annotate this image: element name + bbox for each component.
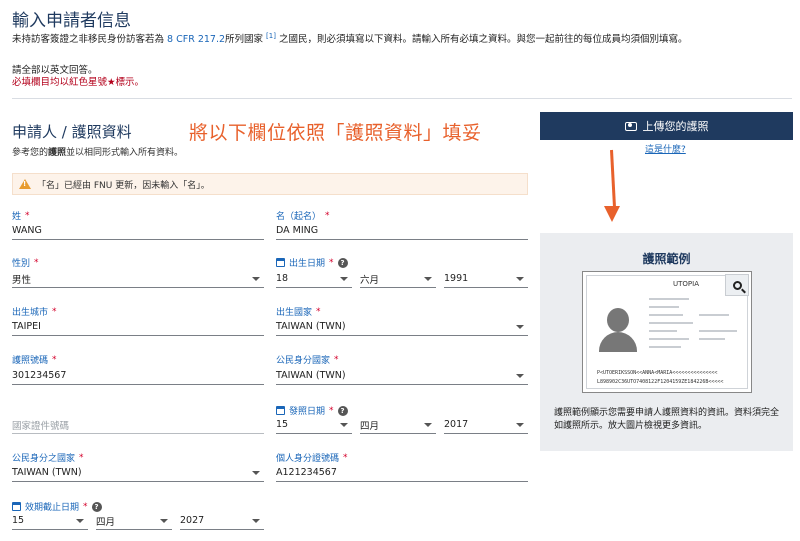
sample-title: 護照範例: [642, 252, 691, 266]
help-icon[interactable]: ?: [337, 405, 348, 416]
annotation-text: 將以下欄位依照「護照資料」填妥: [189, 122, 482, 144]
footnote-link[interactable]: [1]: [266, 32, 276, 40]
national-document-input[interactable]: 國家證件號碼: [12, 416, 264, 434]
chevron-down-icon: [252, 276, 260, 281]
expiry-month-select[interactable]: 四月: [96, 512, 172, 530]
chevron-down-icon: [160, 518, 168, 523]
chevron-down-icon: [516, 276, 524, 281]
national-id-input[interactable]: A121234567: [276, 464, 528, 482]
dob-month-select[interactable]: 六月: [360, 270, 436, 288]
what-is-this-link[interactable]: 這是什麼?: [645, 142, 686, 155]
expiry-day-select[interactable]: 15: [12, 512, 88, 530]
citizenship-label: 公民身分國家 *: [276, 354, 339, 367]
help-icon[interactable]: ?: [91, 501, 102, 512]
expiry-year-select[interactable]: 2027: [180, 512, 264, 530]
upload-passport-button[interactable]: 上傳您的護照: [540, 112, 793, 140]
surname-label: 姓 *: [12, 210, 30, 223]
camera-icon: [624, 121, 637, 131]
citizenship-select[interactable]: TAIWAN (TWN): [276, 367, 528, 385]
intro-text: 未持訪客簽證之非移民身份訪客若為 8 CFR 217.2所列國家 [1] 之國民…: [12, 31, 688, 45]
warning-icon: !: [19, 179, 31, 189]
chevron-down-icon: [424, 422, 432, 427]
calendar-icon: [12, 502, 21, 511]
chevron-down-icon: [516, 373, 524, 378]
annotation-arrow-head: [604, 206, 620, 222]
chevron-down-icon: [516, 324, 524, 329]
issuing-country-label: 公民身分之國家 *: [12, 452, 84, 465]
calendar-icon: [276, 406, 285, 415]
national-id-label: 個人身分證號碼 *: [276, 452, 348, 465]
gender-label: 性別 *: [12, 257, 39, 270]
zoom-button[interactable]: [725, 274, 749, 296]
section-title: 申請人 / 護照資料: [12, 123, 132, 141]
passport-country: UTOPIA: [673, 280, 699, 288]
dob-label: 出生日期 *?: [276, 256, 348, 269]
search-icon: [732, 280, 742, 290]
issue-year-select[interactable]: 2017: [444, 416, 528, 434]
chevron-down-icon: [516, 422, 524, 427]
annotation-arrow: [610, 149, 617, 210]
fnu-alert: ! 「名」已經由 FNU 更新，因未輸入「名」。: [12, 173, 528, 195]
chevron-down-icon: [252, 518, 260, 523]
passport-page: UTOPIA P<UTOERIKSSON<<ANNA<MARIA<<<<<<<<…: [586, 275, 748, 389]
page-title: 輸入申請者信息: [12, 11, 131, 31]
issuing-country-select[interactable]: TAIWAN (TWN): [12, 464, 264, 482]
cfr-link[interactable]: 8 CFR 217.2: [167, 34, 225, 45]
chevron-down-icon: [340, 422, 348, 427]
given-name-label: 名（起名） *: [276, 210, 330, 223]
sample-description: 護照範例顯示您需要申請人護照資料的資訊。資料須完全如護照所示。放大圖片檢視更多資…: [554, 408, 780, 431]
birth-city-label: 出生城市 *: [12, 306, 57, 319]
issue-month-select[interactable]: 四月: [360, 416, 436, 434]
passport-mrz-line-1: P<UTOERIKSSON<<ANNA<MARIA<<<<<<<<<<<<<<<: [597, 370, 718, 376]
section-subtitle: 參考您的護照並以相同形式輸入所有資料。: [12, 148, 184, 158]
chevron-down-icon: [252, 470, 260, 475]
divider: [12, 98, 792, 99]
required-note: 必填欄目均以紅色星號★標示。: [12, 77, 145, 88]
chevron-down-icon: [76, 518, 84, 523]
gender-select[interactable]: 男性: [12, 270, 264, 288]
person-silhouette-body: [599, 332, 637, 352]
dob-day-select[interactable]: 18: [276, 270, 352, 288]
issue-day-select[interactable]: 15: [276, 416, 352, 434]
dob-year-select[interactable]: 1991: [444, 270, 528, 288]
surname-input[interactable]: WANG: [12, 222, 264, 240]
person-silhouette-icon: [607, 308, 629, 332]
passport-number-label: 護照號碼 *: [12, 354, 57, 367]
chevron-down-icon: [424, 276, 432, 281]
help-icon[interactable]: ?: [337, 257, 348, 268]
calendar-icon: [276, 258, 285, 267]
passport-number-input[interactable]: 301234567: [12, 367, 264, 385]
birth-country-select[interactable]: TAIWAN (TWN): [276, 318, 528, 336]
chevron-down-icon: [340, 276, 348, 281]
passport-mrz-line-2: L898902C36UTO7408122F1204159ZE184226B<<<…: [597, 379, 724, 385]
birth-country-label: 出生國家 *: [276, 306, 321, 319]
given-name-input[interactable]: DA MING: [276, 222, 528, 240]
birth-city-input[interactable]: TAIPEI: [12, 318, 264, 336]
sample-passport-image[interactable]: UTOPIA P<UTOERIKSSON<<ANNA<MARIA<<<<<<<<…: [582, 271, 752, 393]
